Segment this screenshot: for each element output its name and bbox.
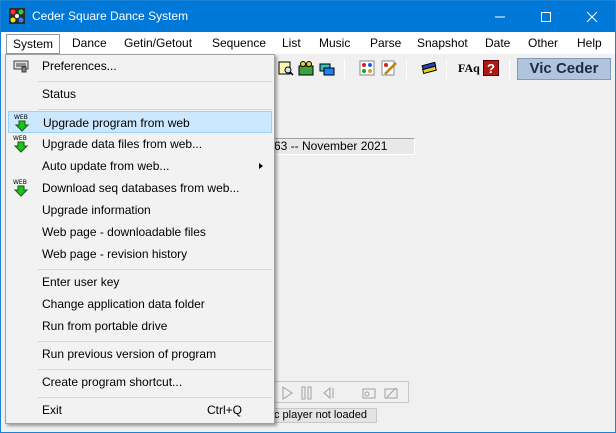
menu-separator	[38, 397, 272, 398]
close-button[interactable]	[569, 1, 615, 32]
menu-snapshot[interactable]: Snapshot	[417, 35, 468, 53]
menu-item-shortcut: Ctrl+Q	[207, 403, 243, 417]
menu-item-label: Status	[42, 87, 77, 101]
player-controls	[271, 381, 409, 403]
menu-item-label: Run from portable drive	[42, 319, 168, 333]
menu-item-label: Change application data folder	[42, 297, 205, 311]
music-edit-icon[interactable]	[384, 386, 398, 400]
menu-item-download-seq-databases[interactable]: WEB Download seq databases from web...	[8, 177, 272, 199]
date-display: 63 -- November 2021	[271, 138, 415, 155]
menu-item-label: Upgrade information	[42, 203, 151, 217]
menu-separator	[38, 109, 272, 110]
menu-separator	[38, 341, 272, 342]
menu-item-web-page-downloadable[interactable]: Web page - downloadable files	[8, 221, 272, 243]
pause-icon[interactable]	[300, 386, 314, 400]
menu-item-label: Exit	[42, 403, 63, 417]
music-card-icon[interactable]	[362, 386, 376, 400]
menu-bar: System Dance Getin/Getout Sequence List …	[1, 32, 615, 54]
svg-text:WEB: WEB	[13, 179, 27, 186]
menu-separator	[38, 269, 272, 270]
svg-text:WEB: WEB	[13, 135, 27, 142]
web-download-icon: WEB	[12, 134, 30, 154]
help-icon[interactable]: ?	[483, 60, 499, 76]
menu-item-create-shortcut[interactable]: Create program shortcut...	[8, 371, 272, 393]
menu-item-auto-update[interactable]: Auto update from web...	[8, 155, 272, 177]
toolbar-separator	[406, 59, 407, 79]
toolbar: FAq ? Vic Ceder	[271, 56, 615, 82]
close-icon	[587, 11, 597, 22]
menu-item-upgrade-data-files[interactable]: WEB Upgrade data files from web...	[8, 133, 272, 155]
find-icon[interactable]	[278, 60, 294, 76]
maximize-icon	[541, 11, 551, 22]
menu-item-label: Download seq databases from web...	[42, 181, 240, 195]
menu-help[interactable]: Help	[577, 35, 602, 53]
toolbar-separator	[509, 59, 510, 79]
menu-item-label: Run previous version of program	[42, 347, 217, 361]
menu-item-web-page-revision-history[interactable]: Web page - revision history	[8, 243, 272, 265]
app-window: Ceder Square Dance System System Dance G…	[0, 0, 616, 433]
menu-item-upgrade-information[interactable]: Upgrade information	[8, 199, 272, 221]
play-icon[interactable]	[280, 386, 294, 400]
menu-dance[interactable]: Dance	[72, 35, 107, 53]
menu-item-status[interactable]: Status	[8, 83, 272, 105]
rewind-icon[interactable]	[322, 386, 336, 400]
menu-item-preferences[interactable]: Preferences...	[8, 55, 272, 77]
menu-item-enter-user-key[interactable]: Enter user key	[8, 271, 272, 293]
user-name-badge: Vic Ceder	[517, 58, 611, 80]
menu-item-label: Web page - revision history	[42, 247, 188, 261]
menu-getin-getout[interactable]: Getin/Getout	[124, 35, 192, 53]
faq-icon[interactable]: FAq	[458, 60, 480, 76]
minimize-icon	[495, 16, 505, 17]
menu-music[interactable]: Music	[319, 35, 350, 53]
maximize-button[interactable]	[523, 1, 569, 32]
books-icon[interactable]	[421, 60, 437, 76]
submenu-arrow-icon	[259, 163, 263, 169]
menu-item-label: Web page - downloadable files	[42, 225, 206, 239]
menu-item-run-portable[interactable]: Run from portable drive	[8, 315, 272, 337]
menu-list[interactable]: List	[282, 35, 301, 53]
toolbar-separator	[344, 59, 345, 79]
edit-icon[interactable]	[381, 60, 397, 76]
menu-item-run-previous-version[interactable]: Run previous version of program	[8, 343, 272, 365]
menu-item-exit[interactable]: Exit Ctrl+Q	[8, 399, 272, 421]
menu-separator	[38, 369, 272, 370]
menu-other[interactable]: Other	[528, 35, 558, 53]
menu-item-label: Auto update from web...	[42, 159, 170, 173]
grid-icon[interactable]	[359, 60, 375, 76]
menu-separator	[38, 81, 272, 82]
menu-system[interactable]: System	[6, 34, 60, 54]
menu-item-label: Preferences...	[42, 59, 117, 73]
menu-parse[interactable]: Parse	[370, 35, 401, 53]
toolbar-separator	[446, 59, 447, 79]
web-download-icon: WEB	[12, 178, 30, 198]
app-logo-icon	[9, 8, 25, 24]
player-status: c player not loaded	[271, 408, 377, 423]
system-menu-dropdown: Preferences... Status WEB Upgrade progra…	[5, 54, 275, 424]
menu-item-label: Create program shortcut...	[42, 375, 183, 389]
menu-date[interactable]: Date	[485, 35, 510, 53]
title-bar[interactable]: Ceder Square Dance System	[1, 1, 615, 32]
window-title: Ceder Square Dance System	[32, 9, 189, 23]
web-download-icon: WEB	[13, 113, 31, 133]
minimize-button[interactable]	[477, 1, 523, 32]
menu-item-label: Upgrade program from web	[43, 116, 190, 130]
dancers-icon[interactable]	[298, 60, 314, 76]
menu-item-label: Upgrade data files from web...	[42, 137, 203, 151]
menu-item-label: Enter user key	[42, 275, 120, 289]
cards-icon[interactable]	[319, 60, 335, 76]
menu-item-change-data-folder[interactable]: Change application data folder	[8, 293, 272, 315]
menu-item-upgrade-program[interactable]: WEB Upgrade program from web	[8, 111, 272, 133]
svg-text:WEB: WEB	[14, 114, 28, 121]
preferences-icon	[12, 56, 30, 76]
menu-sequence[interactable]: Sequence	[212, 35, 266, 53]
